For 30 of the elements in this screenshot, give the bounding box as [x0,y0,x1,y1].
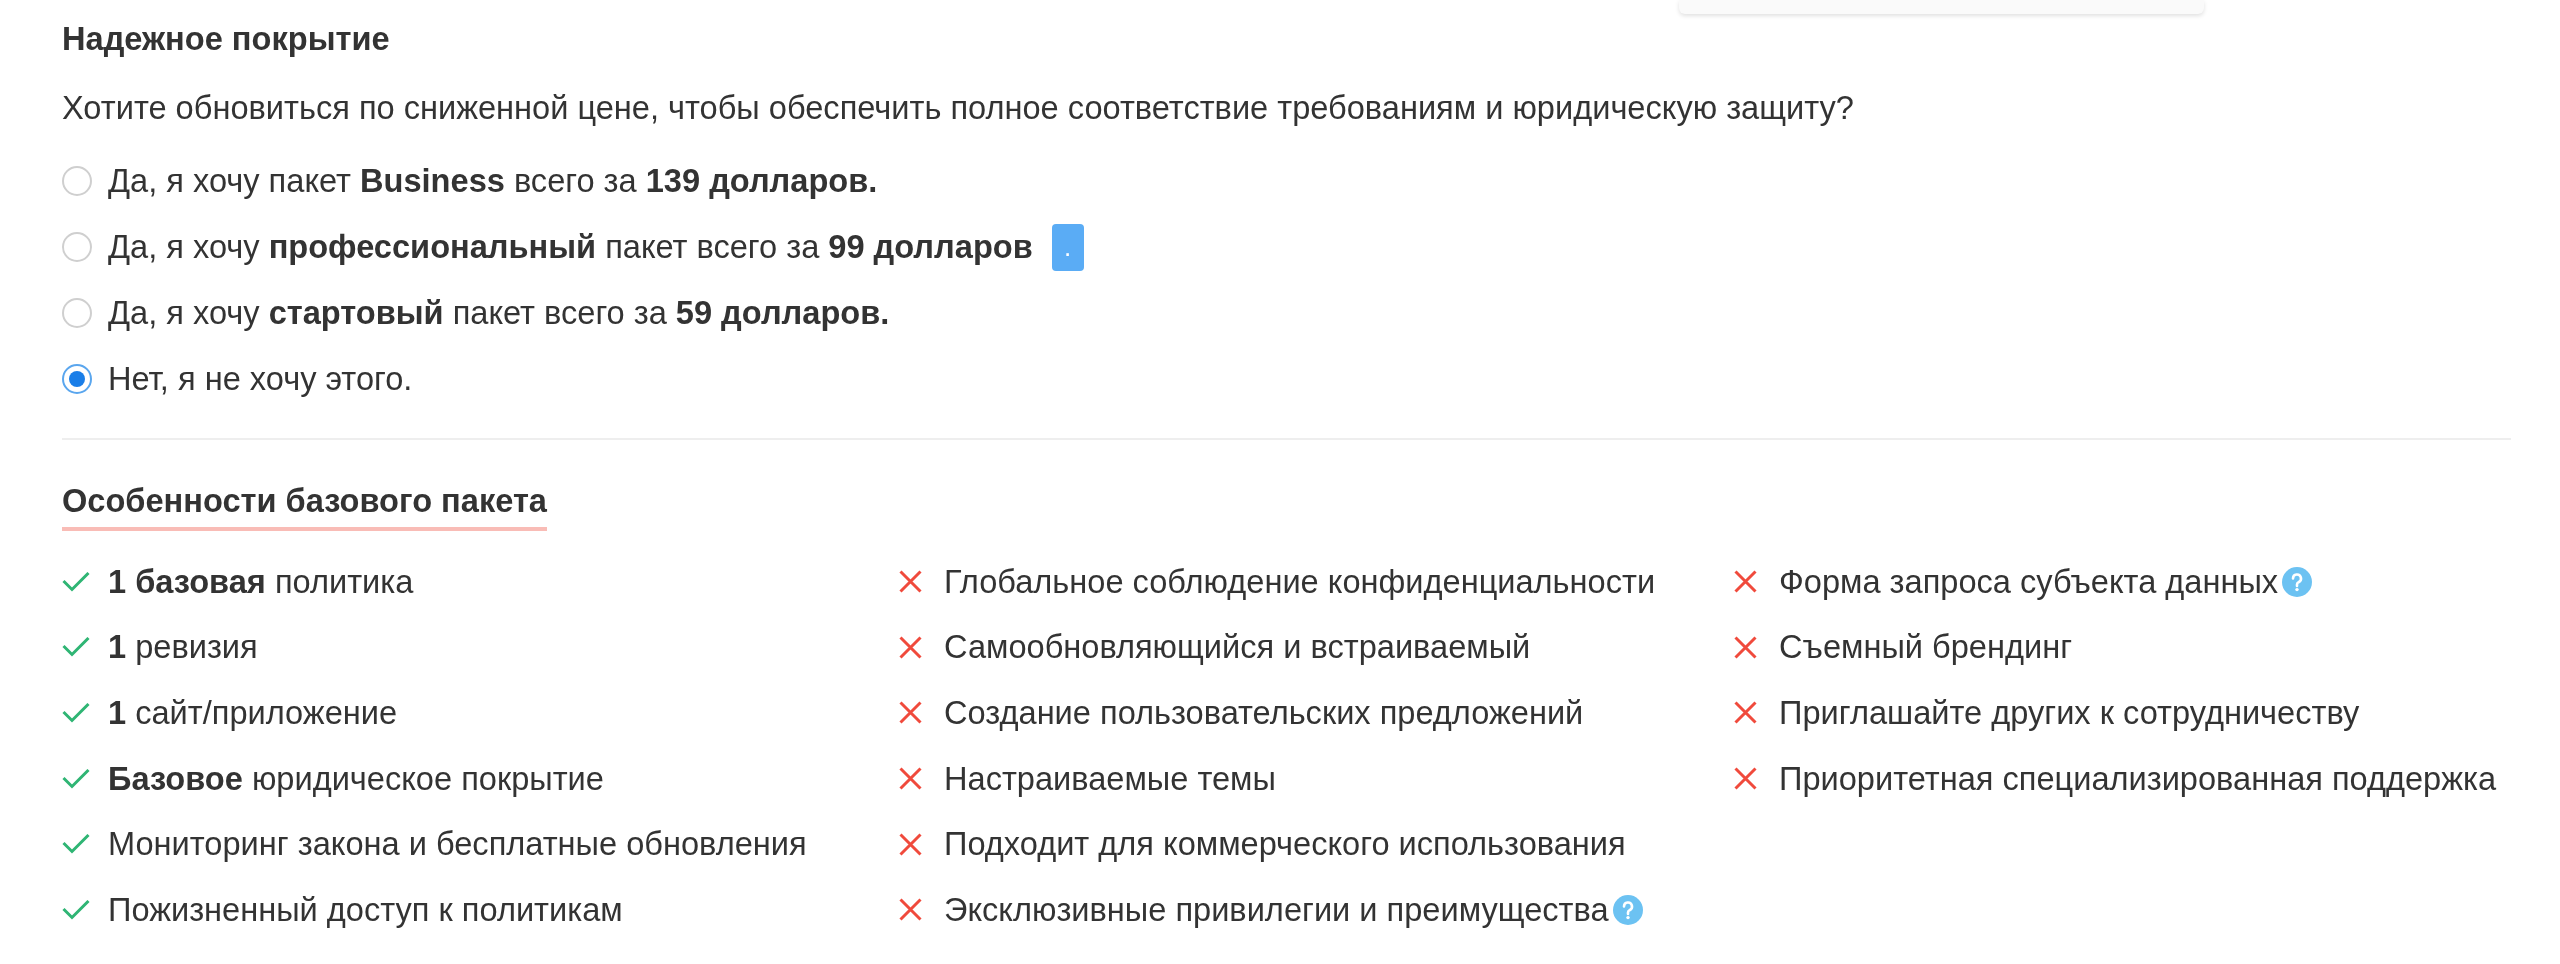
help-icon[interactable] [2282,566,2313,597]
question-text: Хотите обновиться по сниженной цене, чтобы обеспечить полное соответствие требованиям и юридическую защиту? [62,88,1854,128]
section-title: Надежное покрытие [62,19,390,59]
radio-button[interactable] [62,364,92,394]
feature-text: Глобальное соблюдение конфиденциальности [944,561,1656,602]
radio-button[interactable] [62,166,92,196]
feature-text: Форма запроса субъекта данных [1779,561,2279,602]
feature-text: Приоритетная специализированная поддержка [1779,758,2497,799]
info-badge: . [1051,223,1084,271]
radio-button[interactable] [62,232,92,262]
feature-text: Съемный брендинг [1779,627,2073,668]
feature-text: Создание пользовательских предложений [944,693,1584,733]
feature-text: Пожизненный доступ к политикам [108,889,623,930]
feature-text: Базовое юридическое покрытие [108,758,604,799]
feature-text: Настраиваемые темы [944,758,1276,799]
section-heading: Особенности базового пакета [62,481,547,531]
help-icon[interactable] [1612,894,1643,925]
feature-text: Приглашайте других к сотрудничеству [1779,693,2360,733]
feature-text: Подходит для коммерческого использования [944,824,1626,865]
feature-text: Эксклюзивные привилегии и преимущества [944,889,1609,930]
feature-text: 1 базовая политика [108,561,414,602]
feature-text: Мониторинг закона и бесплатные обновления [108,824,807,865]
feature-text: 1 сайт/приложение [108,693,398,733]
feature-text: 1 ревизия [108,627,258,668]
option-label[interactable]: Да, я хочу пакет Business всего за 139 долларов. [108,161,878,201]
option-label[interactable]: Нет, я не хочу этого. [108,359,413,399]
feature-text: Самообновляющийся и встраиваемый [944,627,1531,668]
option-label[interactable]: Да, я хочу стартовый пакет всего за 59 долларов. [108,293,890,333]
option-label[interactable]: Да, я хочу профессиональный пакет всего за 99 долларов [108,227,1033,267]
radio-button[interactable] [62,298,92,328]
